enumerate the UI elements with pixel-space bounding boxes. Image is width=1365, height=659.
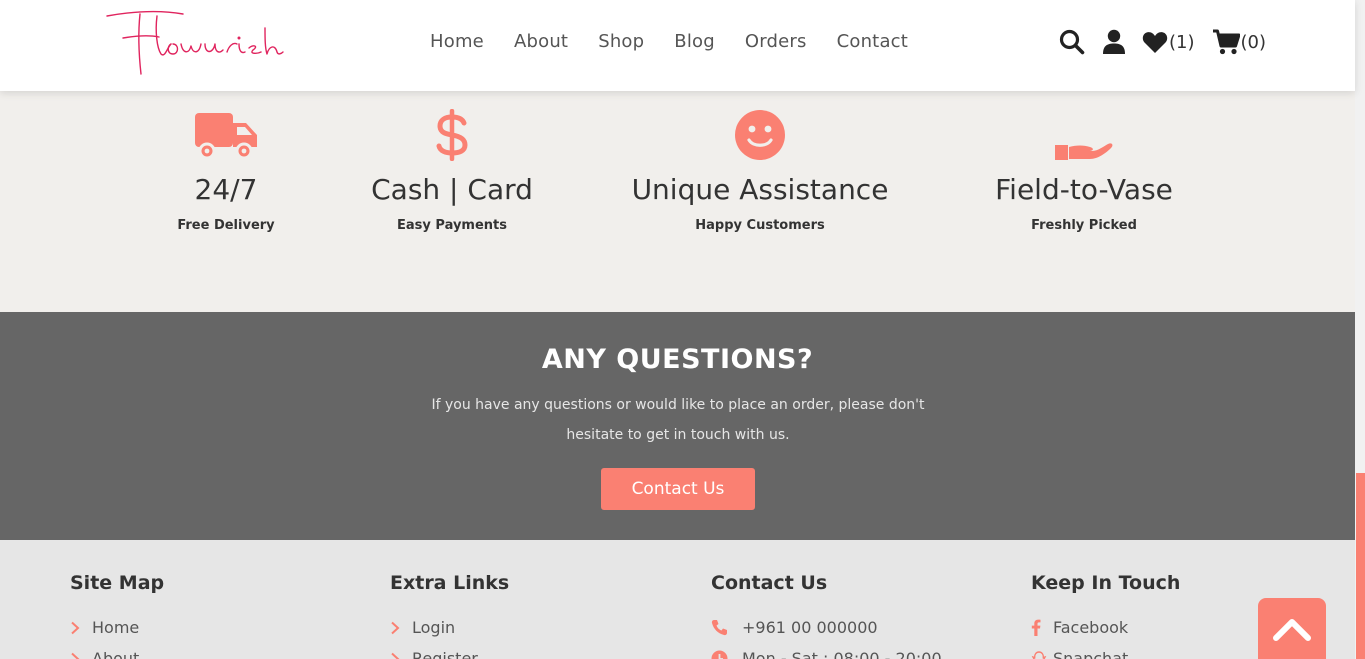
footer-link-about[interactable]: About <box>70 643 164 659</box>
nav-about[interactable]: About <box>514 31 568 52</box>
nav-orders[interactable]: Orders <box>745 31 807 52</box>
logo-script <box>106 10 284 75</box>
main-nav: Home About Shop Blog Orders Contact <box>430 31 938 52</box>
search-icon <box>1059 29 1085 55</box>
feature-title: 24/7 <box>194 173 258 206</box>
footer-link-snapchat[interactable]: Snapchat <box>1031 643 1180 659</box>
wishlist-count: (1) <box>1169 31 1195 53</box>
account-button[interactable] <box>1103 29 1125 55</box>
nav-contact[interactable]: Contact <box>837 31 908 52</box>
questions-section: ANY QUESTIONS? If you have any questions… <box>0 312 1355 540</box>
user-icon <box>1103 29 1125 54</box>
clock-icon <box>711 650 742 659</box>
cart-button[interactable]: (0) <box>1212 29 1267 55</box>
footer-site-map: Site Map Home About <box>70 572 164 659</box>
footer-link-home[interactable]: Home <box>70 612 164 643</box>
cart-count: (0) <box>1240 31 1267 53</box>
cart-icon <box>1212 29 1240 55</box>
feature-subtitle: Easy Payments <box>397 218 507 233</box>
hand-icon <box>1055 143 1113 160</box>
wishlist-button[interactable]: (1) <box>1142 30 1195 54</box>
footer-extra-links: Extra Links Login Register <box>390 572 509 659</box>
questions-text: If you have any questions or would like … <box>431 397 925 443</box>
smile-icon <box>735 110 785 160</box>
facebook-icon <box>1031 619 1053 636</box>
footer-hours: Mon - Sat : 08:00 - 20:00 <box>711 643 942 659</box>
feature-title: Cash | Card <box>371 173 533 206</box>
footer-heading: Extra Links <box>390 572 510 594</box>
feature-title: Field-to-Vase <box>995 173 1173 206</box>
dollar-icon <box>436 109 468 161</box>
feature-assistance: Unique Assistance Happy Customers <box>610 91 910 233</box>
page-scrollbar-thumb[interactable] <box>1356 473 1365 659</box>
footer-link-register[interactable]: Register <box>390 643 509 659</box>
features-section: 24/7 Free Delivery Cash | Card Easy Paym… <box>0 91 1355 312</box>
footer-heading: Site Map <box>70 572 165 594</box>
feature-subtitle: Free Delivery <box>177 218 275 233</box>
feature-subtitle: Freshly Picked <box>1031 218 1137 233</box>
chevron-right-icon <box>70 652 92 659</box>
footer-heading: Keep In Touch <box>1031 572 1181 594</box>
search-button[interactable] <box>1059 29 1085 55</box>
phone-icon <box>711 619 742 636</box>
feature-fresh: Field-to-Vase Freshly Picked <box>964 91 1204 233</box>
nav-shop[interactable]: Shop <box>598 31 644 52</box>
scroll-to-top-button[interactable] <box>1258 598 1326 659</box>
footer-contact: Contact Us +961 00 000000 Mon - Sat : 08… <box>711 572 942 659</box>
feature-subtitle: Happy Customers <box>695 218 825 233</box>
heart-icon <box>1142 32 1168 53</box>
nav-home[interactable]: Home <box>430 31 484 52</box>
chevron-right-icon <box>390 652 412 659</box>
header-icons: (1) (0) <box>1059 29 1266 55</box>
chevron-up-icon <box>1273 618 1311 641</box>
logo[interactable] <box>105 8 285 78</box>
feature-delivery: 24/7 Free Delivery <box>126 91 326 233</box>
chevron-right-icon <box>70 621 92 635</box>
footer-heading: Contact Us <box>711 572 828 594</box>
footer-keep-in-touch: Keep In Touch Facebook Snapchat <box>1031 572 1180 659</box>
chevron-right-icon <box>390 621 412 635</box>
feature-payments: Cash | Card Easy Payments <box>352 91 552 233</box>
site-header: Home About Shop Blog Orders Contact (1) <box>0 0 1355 91</box>
nav-blog[interactable]: Blog <box>674 31 715 52</box>
feature-title: Unique Assistance <box>631 173 889 206</box>
questions-title: ANY QUESTIONS? <box>541 344 814 375</box>
footer-link-facebook[interactable]: Facebook <box>1031 612 1180 643</box>
truck-icon <box>195 113 257 160</box>
contact-us-button[interactable]: Contact Us <box>601 468 755 510</box>
footer-link-login[interactable]: Login <box>390 612 509 643</box>
snapchat-icon <box>1031 650 1053 659</box>
footer-phone[interactable]: +961 00 000000 <box>711 612 942 643</box>
site-footer: Site Map Home About Extra Links Login Re… <box>0 540 1355 659</box>
